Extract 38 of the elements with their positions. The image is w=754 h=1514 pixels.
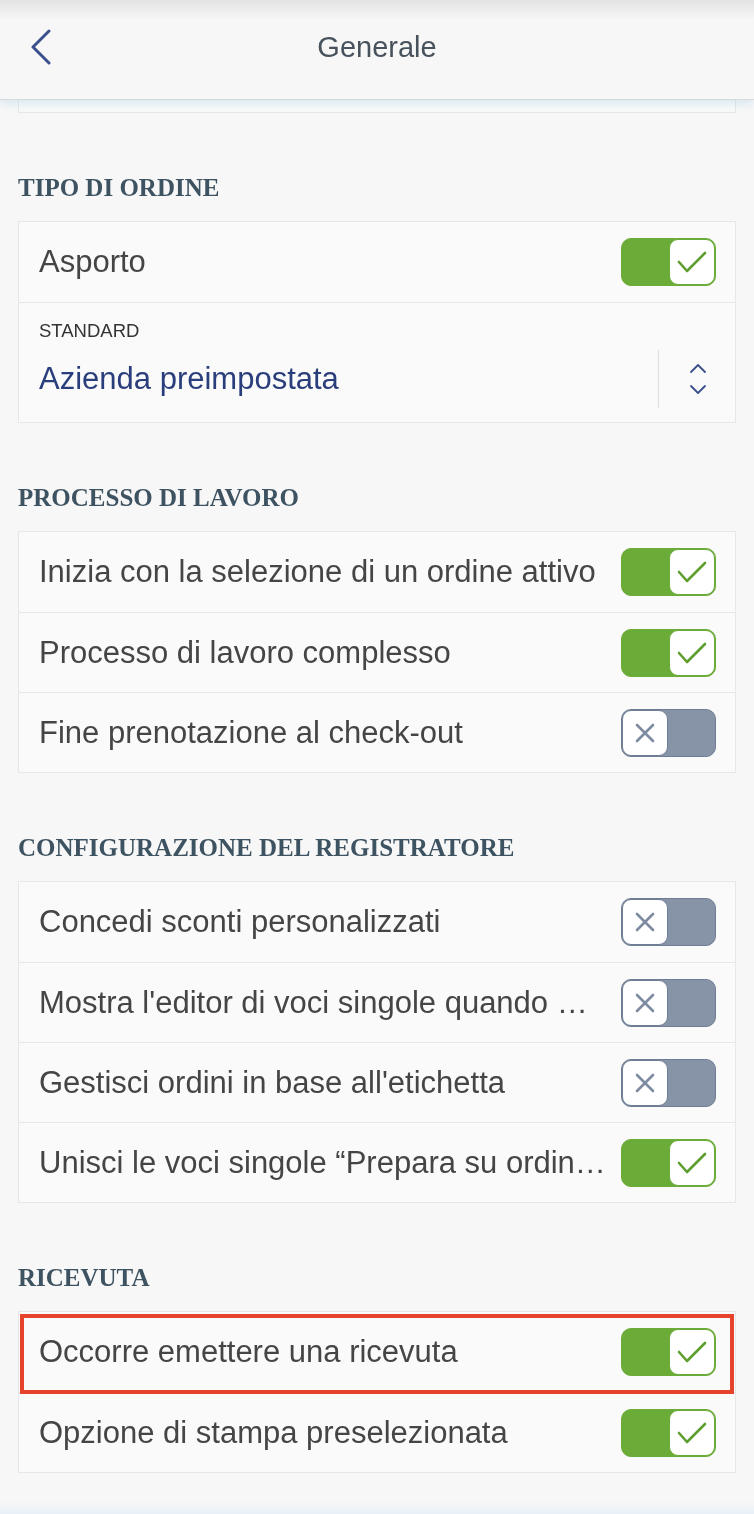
toggle-switch[interactable] [621, 628, 716, 677]
toggle-switch[interactable] [621, 978, 716, 1027]
setting-label: Mostra l'editor di voci singole quando … [39, 984, 589, 1021]
cross-icon [635, 912, 655, 932]
toggle-switch[interactable] [621, 238, 716, 286]
cross-icon [635, 992, 655, 1013]
toggle-switch[interactable] [621, 1058, 716, 1107]
toggle-switch[interactable] [621, 1328, 716, 1376]
toggle-switch[interactable] [621, 1408, 716, 1457]
toggle-switch[interactable] [621, 548, 716, 596]
cross-icon [635, 1072, 655, 1093]
check-icon [677, 1151, 707, 1174]
setting-label: Gestisci ordini in base all'etichetta [39, 1064, 506, 1101]
check-icon [677, 251, 707, 273]
setting-label: Occorre emettere una ricevuta [39, 1334, 459, 1370]
check-icon [677, 1341, 707, 1363]
check-icon [677, 561, 707, 583]
section-heading: PROCESSO DI LAVORO [18, 483, 301, 513]
toggle-switch[interactable] [621, 1138, 716, 1187]
dropdown-field[interactable]: Azienda preimpostata [39, 350, 715, 408]
toggle-switch[interactable] [621, 708, 716, 757]
field-label: STANDARD [39, 319, 141, 343]
setting-label: Fine prenotazione al check-out [39, 714, 464, 751]
toggle-switch[interactable] [621, 898, 716, 946]
section-heading: CONFIGURAZIONE DEL REGISTRATORE [18, 833, 516, 863]
setting-label: Processo di lavoro complesso [39, 634, 452, 671]
setting-label: Opzione di stampa preselezionata [39, 1414, 509, 1451]
setting-label: Unisci le voci singole “Prepara su ordin… [39, 1144, 607, 1181]
section-heading: TIPO DI ORDINE [18, 173, 221, 203]
section-heading: RICEVUTA [18, 1263, 151, 1293]
page-title: Generale [317, 29, 437, 65]
setting-label: Concedi sconti personalizzati [39, 904, 442, 940]
check-icon [677, 1421, 707, 1444]
cross-icon [635, 722, 655, 743]
setting-label: Inizia con la selezione di un ordine attivo [39, 554, 597, 590]
check-icon [677, 641, 707, 664]
chevron-left-icon[interactable] [30, 28, 52, 65]
setting-label: Asporto [39, 244, 147, 280]
